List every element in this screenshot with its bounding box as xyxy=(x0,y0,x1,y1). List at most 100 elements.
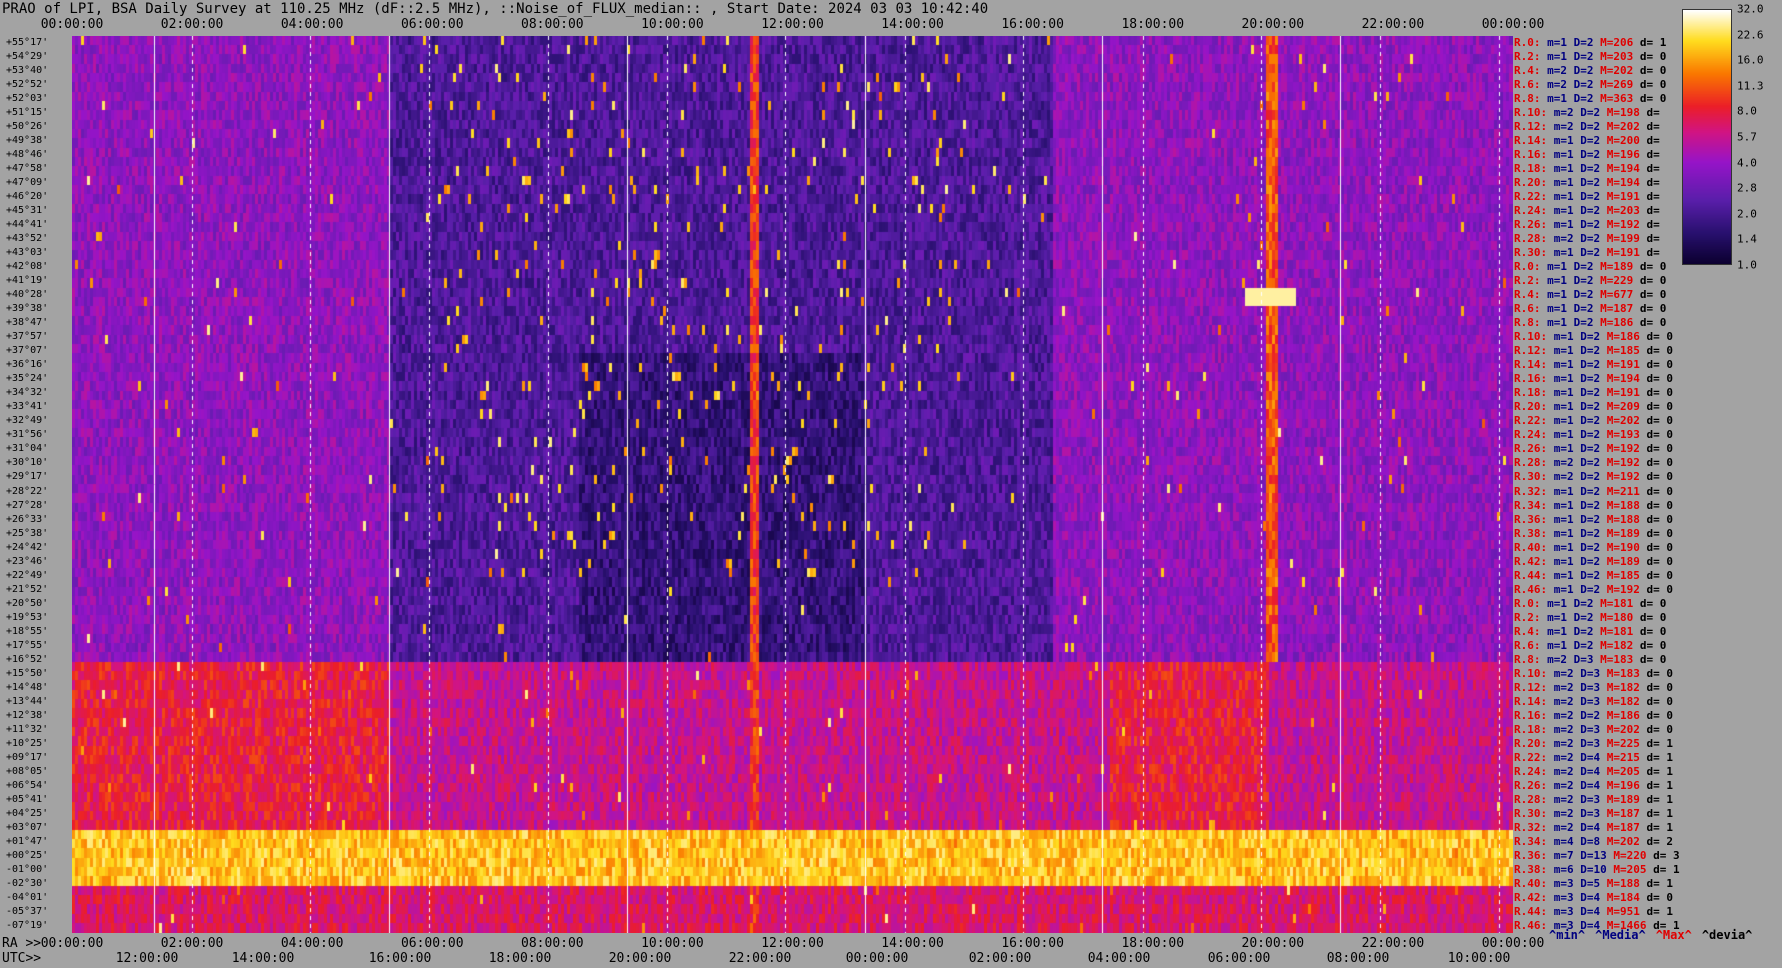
stat-r: R.12: xyxy=(1514,680,1554,694)
stat-d: D=3 xyxy=(1580,694,1607,708)
stat-M: M=187 xyxy=(1600,302,1640,316)
stat-row: R.4: m=1 D=2 M=677 d= 0 xyxy=(1514,289,1666,300)
ra-tick-label: 18:00:00 xyxy=(1121,936,1185,951)
stat-M: M=191 xyxy=(1606,386,1647,400)
utc-tick-label: 00:00:00 xyxy=(845,951,909,966)
stat-d: D=2 xyxy=(1580,554,1607,568)
stat-r: R.0: xyxy=(1514,260,1548,274)
stat-r: R.2: xyxy=(1514,610,1548,624)
stat-M: M=183 xyxy=(1600,652,1640,666)
declination-label: +25°38' xyxy=(6,527,49,539)
stat-d: D=2 xyxy=(1580,344,1607,358)
declination-label: +39°38' xyxy=(6,303,49,315)
declination-label: +49°38' xyxy=(6,135,49,147)
stat-M: M=194 xyxy=(1606,176,1647,190)
stat-m: m=1 xyxy=(1553,526,1581,540)
stat-dev: d= 0 xyxy=(1639,92,1667,106)
stat-r: R.0: xyxy=(1514,36,1548,49)
stat-M: M=185 xyxy=(1606,568,1647,582)
stat-M: M=196 xyxy=(1606,778,1647,792)
stat-m: m=1 xyxy=(1553,484,1581,498)
stat-r: R.30: xyxy=(1514,470,1554,484)
stat-row: R.28: m=2 D=2 M=199 d= xyxy=(1514,233,1660,244)
stat-dev: d= 1 xyxy=(1646,736,1674,750)
stat-r: R.6: xyxy=(1514,302,1548,316)
stat-m: m=1 xyxy=(1547,274,1574,288)
stat-M: M=184 xyxy=(1606,890,1647,904)
stat-d: D=2 xyxy=(1580,442,1607,456)
stat-dev: d= 3 xyxy=(1653,848,1680,862)
stat-M: M=189 xyxy=(1606,792,1647,806)
stat-row: R.20: m=1 D=2 M=194 d= xyxy=(1514,177,1660,188)
stat-d: D=2 xyxy=(1573,260,1601,274)
stat-d: D=3 xyxy=(1580,666,1607,680)
stat-M: M=202 xyxy=(1606,834,1647,848)
stat-d: D=2 xyxy=(1580,218,1607,232)
stat-row: R.44: m=3 D=4 M=951 d= 1 xyxy=(1514,906,1673,917)
heatmap-plot[interactable] xyxy=(72,36,1513,933)
stat-d: D=2 xyxy=(1580,204,1607,218)
declination-label: +17°55' xyxy=(6,639,49,651)
stat-dev: d= 0 xyxy=(1646,456,1674,470)
stat-row: R.42: m=3 D=4 M=184 d= 0 xyxy=(1514,892,1673,903)
stat-dev: d= xyxy=(1646,134,1660,148)
top-tick-label: 02:00:00 xyxy=(160,17,224,32)
stat-M: M=192 xyxy=(1606,442,1647,456)
declination-label: +52°03' xyxy=(6,93,49,105)
stat-row: R.6: m=2 D=2 M=269 d= 0 xyxy=(1514,79,1666,90)
stat-m: m=2 xyxy=(1553,680,1581,694)
stat-M: M=186 xyxy=(1600,316,1640,330)
stat-row: R.22: m=1 D=2 M=191 d= xyxy=(1514,191,1660,202)
stat-row: R.38: m=6 D=10 M=205 d= 1 xyxy=(1514,864,1680,875)
stat-m: m=1 xyxy=(1553,204,1581,218)
stat-dev: d= 0 xyxy=(1646,344,1674,358)
stat-r: R.4: xyxy=(1514,288,1548,302)
colorbar-tick-label: 4.0 xyxy=(1737,156,1757,170)
stat-row: R.20: m=2 D=3 M=225 d= 1 xyxy=(1514,738,1673,749)
declination-label: +01°47' xyxy=(6,835,49,847)
stat-M: M=677 xyxy=(1600,288,1640,302)
stat-dev: d= 1 xyxy=(1646,820,1674,834)
stat-m: m=2 xyxy=(1553,232,1581,246)
top-tick-label: 06:00:00 xyxy=(400,17,464,32)
stat-m: m=2 xyxy=(1553,456,1581,470)
stat-row: R.4: m=1 D=2 M=181 d= 0 xyxy=(1514,626,1666,637)
ra-tick-label: 10:00:00 xyxy=(641,936,704,951)
stat-m: m=2 xyxy=(1547,78,1574,92)
stat-d: D=2 xyxy=(1573,36,1601,49)
ra-tick-label: 02:00:00 xyxy=(160,936,224,951)
stat-M: M=188 xyxy=(1606,498,1647,512)
declination-label: +40°28' xyxy=(6,289,49,301)
stat-m: m=2 xyxy=(1553,708,1581,722)
stat-dev: d= 0 xyxy=(1639,638,1667,652)
stat-m: m=1 xyxy=(1553,372,1581,386)
stat-r: R.42: xyxy=(1514,554,1554,568)
stat-dev: d= 0 xyxy=(1646,694,1674,708)
stats-legend-item: ^min^ xyxy=(1549,928,1586,942)
stat-row: R.20: m=1 D=2 M=209 d= 0 xyxy=(1514,401,1673,412)
stat-m: m=2 xyxy=(1553,778,1581,792)
stat-dev: d= 0 xyxy=(1639,596,1667,610)
stat-row: R.40: m=3 D=5 M=188 d= 1 xyxy=(1514,878,1673,889)
stat-row: R.36: m=1 D=2 M=188 d= 0 xyxy=(1514,514,1673,525)
stat-M: M=196 xyxy=(1606,148,1647,162)
stat-M: M=194 xyxy=(1606,372,1647,386)
stat-row: R.44: m=1 D=2 M=185 d= 0 xyxy=(1514,570,1673,581)
stat-r: R.28: xyxy=(1514,232,1554,246)
stat-d: D=2 xyxy=(1573,302,1601,316)
stat-m: m=1 xyxy=(1547,610,1574,624)
top-tick-label: 00:00:00 xyxy=(40,17,104,32)
stat-dev: d= 0 xyxy=(1639,260,1667,274)
stat-d: D=2 xyxy=(1580,512,1607,526)
ra-axis-prefix: RA >> xyxy=(2,936,42,951)
stat-row: R.2: m=1 D=2 M=203 d= 0 xyxy=(1514,51,1666,62)
stat-M: M=185 xyxy=(1606,344,1647,358)
stat-row: R.10: m=2 D=2 M=198 d= xyxy=(1514,107,1660,118)
stat-row: R.28: m=2 D=2 M=192 d= 0 xyxy=(1514,457,1673,468)
declination-label: +06°54' xyxy=(6,779,49,791)
stat-r: R.12: xyxy=(1514,344,1554,358)
stat-row: R.26: m=1 D=2 M=192 d= xyxy=(1514,219,1660,230)
stat-d: D=2 xyxy=(1580,190,1607,204)
stat-M: M=193 xyxy=(1606,428,1647,442)
stat-r: R.4: xyxy=(1514,624,1548,638)
